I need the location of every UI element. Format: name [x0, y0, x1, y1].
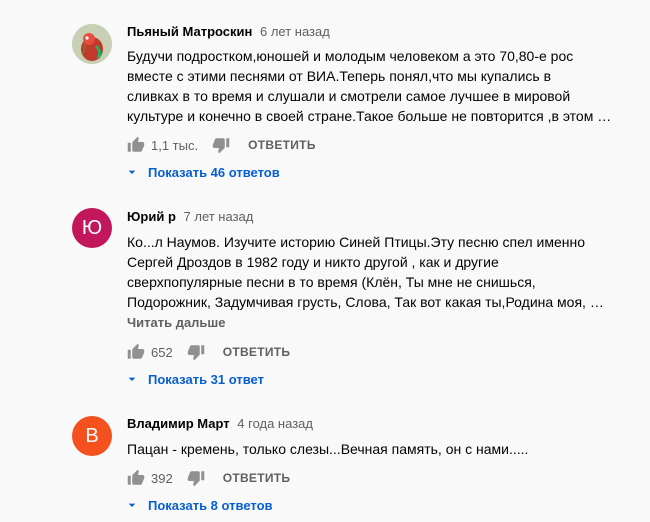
- comment-timestamp[interactable]: 6 лет назад: [260, 24, 330, 39]
- chevron-down-icon: [128, 377, 136, 381]
- comment-timestamp[interactable]: 7 лет назад: [184, 209, 254, 224]
- comment-text: Будучи подростком,юношей и молодым челов…: [127, 48, 612, 124]
- show-replies-button[interactable]: Показать 31 ответ: [124, 371, 264, 387]
- thumb-down-icon[interactable]: [187, 343, 205, 361]
- reply-button[interactable]: ОТВЕТИТЬ: [223, 345, 291, 359]
- show-replies-button[interactable]: Показать 8 ответов: [124, 497, 273, 513]
- thumb-up-icon[interactable]: [127, 136, 145, 154]
- thumb-up-icon[interactable]: [127, 469, 145, 487]
- show-replies-label: Показать 31 ответ: [148, 371, 264, 387]
- reply-button[interactable]: ОТВЕТИТЬ: [223, 471, 291, 485]
- show-replies-label: Показать 8 ответов: [148, 497, 273, 513]
- avatar-letter: Ю: [81, 216, 103, 239]
- comment-text: Ко...л Наумов. Изучите историю Синей Пти…: [127, 234, 604, 310]
- reply-button[interactable]: ОТВЕТИТЬ: [248, 138, 316, 152]
- thumb-up-icon[interactable]: [127, 343, 145, 361]
- comment-author[interactable]: Юрий р: [127, 209, 176, 224]
- avatar-picture-icon: [72, 24, 112, 64]
- thumb-down-icon[interactable]: [212, 136, 230, 154]
- avatar[interactable]: В: [72, 416, 112, 456]
- comment-actions: 392 ОТВЕТИТЬ: [127, 468, 290, 488]
- avatar-letter: В: [85, 424, 99, 447]
- avatar[interactable]: [72, 24, 112, 64]
- like-count: 1,1 тыс.: [151, 137, 199, 153]
- chevron-down-icon: [128, 503, 136, 507]
- thumb-down-icon[interactable]: [187, 469, 205, 487]
- comment-author[interactable]: Владимир Март: [127, 416, 230, 431]
- read-more-button[interactable]: Читать дальше: [127, 315, 226, 330]
- comment-author[interactable]: Пьяный Матроскин: [127, 24, 252, 39]
- comment-timestamp[interactable]: 4 года назад: [237, 416, 313, 431]
- avatar[interactable]: Ю: [72, 208, 112, 248]
- like-count: 652: [151, 344, 173, 360]
- comment-actions: 1,1 тыс. ОТВЕТИТЬ: [127, 135, 316, 155]
- like-count: 392: [151, 470, 173, 486]
- chevron-down-icon: [128, 170, 136, 174]
- show-replies-label: Показать 46 ответов: [148, 164, 280, 180]
- comment-text: Пацан - кремень, только слезы...Вечная п…: [127, 441, 529, 457]
- comment-actions: 652 ОТВЕТИТЬ: [127, 342, 290, 362]
- show-replies-button[interactable]: Показать 46 ответов: [124, 164, 280, 180]
